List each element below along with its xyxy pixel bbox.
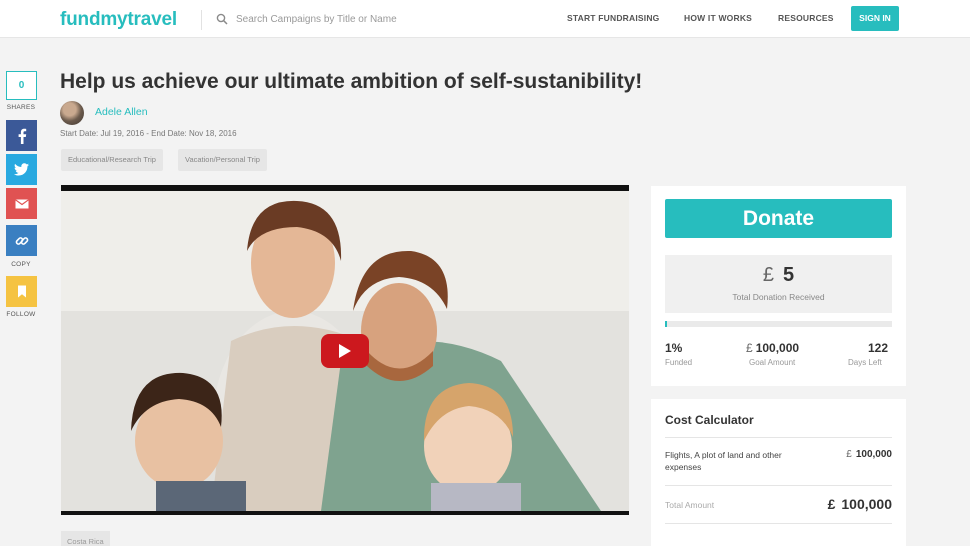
total-amount: 5 (783, 264, 795, 286)
total-amount-label: Total Amount (665, 500, 715, 510)
funded-label: Funded (665, 358, 693, 367)
total-donation-label: Total Donation Received (732, 292, 825, 302)
nav-resources[interactable]: RESOURCES (778, 13, 834, 23)
tag-educational[interactable]: Educational/Research Trip (61, 149, 163, 171)
cost-calculator: Cost Calculator Flights, A plot of land … (651, 399, 906, 546)
funding-progress-fill (665, 321, 668, 327)
search-input[interactable] (236, 9, 436, 29)
bookmark-icon (17, 285, 26, 298)
author-link[interactable]: Adele Allen (95, 106, 148, 118)
funding-progress-bar (665, 321, 892, 327)
video-play-button[interactable] (321, 334, 369, 368)
goal-label: Goal Amount (749, 358, 796, 367)
divider (665, 437, 892, 438)
nav-start-fundraising[interactable]: START FUNDRAISING (567, 13, 660, 23)
days-left-label: Days Left (848, 358, 882, 367)
play-icon (339, 344, 351, 358)
divider (665, 485, 892, 486)
currency-symbol: £ (762, 264, 774, 286)
email-share-button[interactable] (6, 188, 37, 219)
cost-calculator-title: Cost Calculator (665, 413, 754, 427)
cost-item-currency: £ (846, 449, 852, 460)
copy-link-button[interactable] (6, 225, 37, 256)
header-divider (201, 10, 202, 30)
total-donation-value: £5 (665, 264, 892, 287)
site-logo[interactable]: fundmytravel (60, 9, 177, 31)
facebook-icon (18, 128, 26, 144)
avatar[interactable] (60, 101, 84, 125)
total-value: 100,000 (841, 496, 892, 512)
sign-in-button[interactable]: SIGN IN (851, 6, 899, 31)
cost-item-value: 100,000 (855, 449, 892, 460)
donate-button[interactable]: Donate (665, 199, 892, 238)
share-count: 0 (6, 71, 37, 100)
copy-label: COPY (11, 261, 31, 268)
funded-value: 1% (665, 341, 683, 355)
donation-panel: Donate £5 Total Donation Received 1% Fun… (651, 186, 906, 386)
follow-button[interactable] (6, 276, 37, 307)
twitter-share-button[interactable] (6, 154, 37, 185)
shares-label: SHARES (6, 104, 36, 111)
search-icon (216, 13, 228, 25)
link-icon (15, 236, 28, 245)
cost-item-label: Flights, A plot of land and other expens… (665, 450, 782, 472)
campaign-dates: Start Date: Jul 19, 2016 - End Date: Nov… (60, 129, 237, 138)
goal-amount: 100,000 (755, 341, 800, 355)
tag-vacation[interactable]: Vacation/Personal Trip (178, 149, 267, 171)
email-icon (14, 198, 29, 208)
total-amount-value: £100,000 (828, 496, 892, 512)
nav-how-it-works[interactable]: HOW IT WORKS (684, 13, 752, 23)
total-donation-box: £5 Total Donation Received (665, 255, 892, 313)
divider (665, 523, 892, 524)
cost-item-amount: £100,000 (846, 449, 892, 460)
campaign-title: Help us achieve our ultimate ambition of… (60, 70, 643, 93)
top-header: fundmytravel START FUNDRAISING HOW IT WO… (0, 0, 970, 38)
goal-value: £100,000 (746, 341, 799, 355)
twitter-icon (14, 163, 29, 176)
total-currency: £ (827, 496, 836, 512)
facebook-share-button[interactable] (6, 120, 37, 151)
days-left-value: 122 (868, 341, 889, 355)
location-tag[interactable]: Costa Rica (61, 531, 110, 546)
goal-currency: £ (746, 341, 753, 355)
follow-label: FOLLOW (6, 311, 36, 318)
